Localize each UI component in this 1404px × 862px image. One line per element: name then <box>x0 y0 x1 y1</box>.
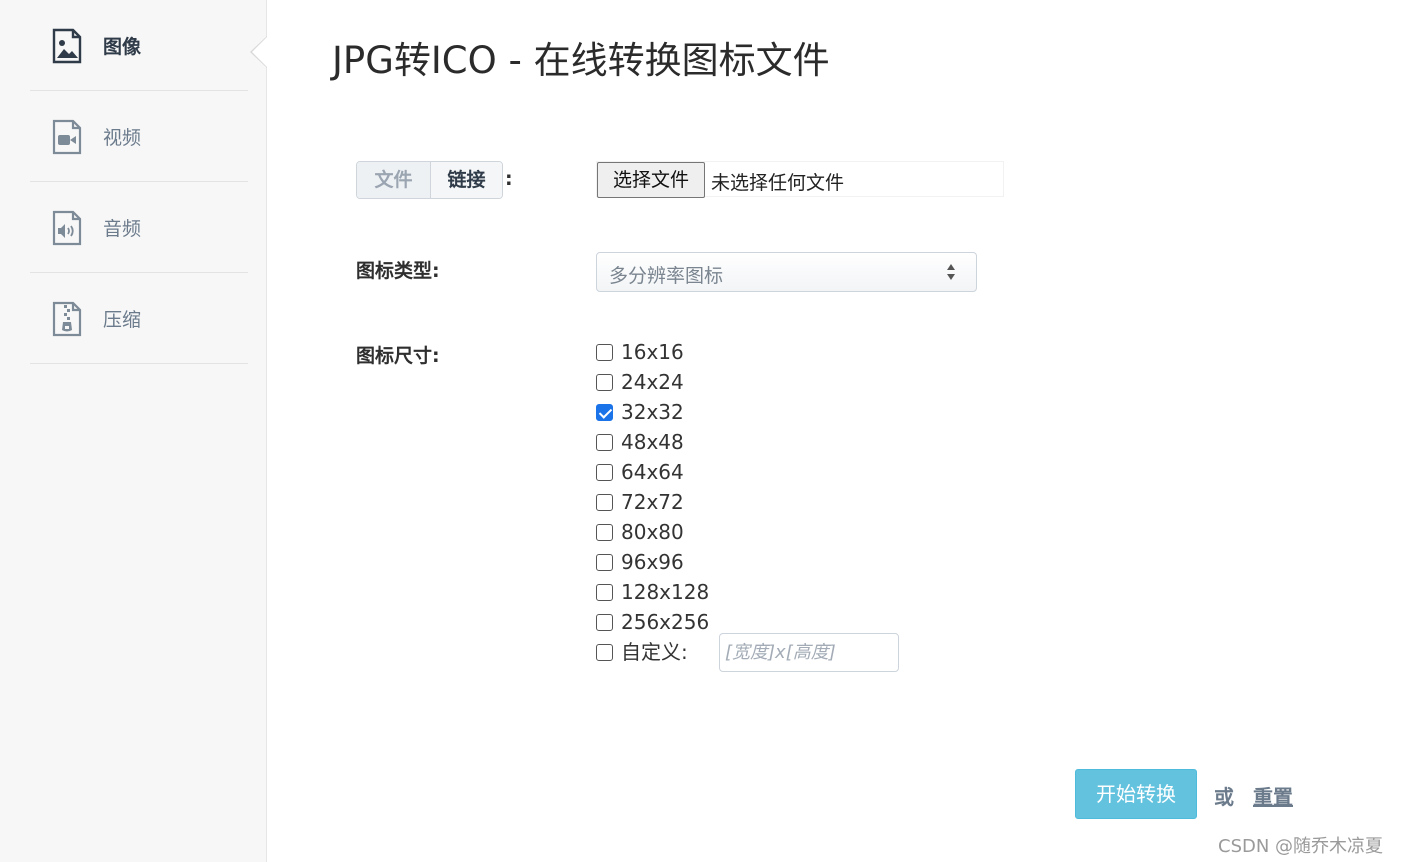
size-option: 80x80 <box>596 517 684 547</box>
reset-link[interactable]: 重置 <box>1253 781 1293 810</box>
custom-size-label: 自定义: <box>621 640 688 664</box>
size-checkbox[interactable] <box>596 343 613 361</box>
size-checkbox[interactable] <box>596 463 613 481</box>
size-checkbox[interactable] <box>596 493 613 511</box>
size-option-label: 16x16 <box>621 340 684 364</box>
size-option-label: 256x256 <box>621 610 710 634</box>
source-colon: : <box>505 168 513 190</box>
size-option-label: 48x48 <box>621 430 684 454</box>
image-file-icon <box>52 28 82 64</box>
size-checkbox[interactable] <box>596 583 613 601</box>
sidebar-item-image[interactable]: 图像 <box>30 0 248 91</box>
size-option: 128x128 <box>596 577 709 607</box>
size-option: 256x256 <box>596 607 709 637</box>
icon-size-label: 图标尺寸: <box>356 345 440 367</box>
size-option: 96x96 <box>596 547 684 577</box>
size-checkbox[interactable] <box>596 403 613 421</box>
size-checkbox[interactable] <box>596 523 613 541</box>
video-file-icon <box>52 119 82 155</box>
choose-file-button[interactable]: 选择文件 <box>597 162 705 198</box>
sidebar-item-label: 图像 <box>103 36 142 58</box>
size-checkbox[interactable] <box>596 433 613 451</box>
audio-file-icon <box>52 210 82 246</box>
size-option-label: 96x96 <box>621 550 684 574</box>
icon-type-label: 图标类型: <box>356 260 440 282</box>
source-toggle: 文件 链接 <box>356 161 503 199</box>
custom-size-input[interactable] <box>719 633 899 672</box>
file-status: 未选择任何文件 <box>711 172 845 194</box>
sidebar-item-label: 视频 <box>103 127 142 149</box>
size-option: 32x32 <box>596 397 684 427</box>
size-option-label: 72x72 <box>621 490 684 514</box>
tab-link[interactable]: 链接 <box>430 162 502 198</box>
sidebar-item-video[interactable]: 视频 <box>30 91 248 182</box>
icon-type-select[interactable]: 多分辨率图标 <box>596 252 977 292</box>
size-option: 48x48 <box>596 427 684 457</box>
file-picker: 选择文件 未选择任何文件 <box>596 161 1004 198</box>
custom-size-checkbox[interactable] <box>596 643 613 661</box>
zip-file-icon <box>52 301 82 337</box>
custom-size-option: 自定义: <box>596 637 688 667</box>
tab-file[interactable]: 文件 <box>357 162 430 198</box>
sidebar-item-label: 音频 <box>103 218 142 240</box>
sidebar: 图像 视频 音频 压缩 <box>0 0 267 862</box>
sidebar-item-zip[interactable]: 压缩 <box>30 273 248 364</box>
or-text: 或 <box>1214 785 1234 809</box>
size-option: 24x24 <box>596 367 684 397</box>
size-option: 16x16 <box>596 337 684 367</box>
size-option-label: 24x24 <box>621 370 684 394</box>
convert-button[interactable]: 开始转换 <box>1075 769 1197 819</box>
page-title: JPG转ICO - 在线转换图标文件 <box>332 39 830 82</box>
icon-type-selected: 多分辨率图标 <box>609 265 724 287</box>
size-checkbox[interactable] <box>596 553 613 571</box>
size-checkbox[interactable] <box>596 613 613 631</box>
size-checkbox[interactable] <box>596 373 613 391</box>
sidebar-item-audio[interactable]: 音频 <box>30 182 248 273</box>
size-option: 72x72 <box>596 487 684 517</box>
sidebar-item-label: 压缩 <box>103 309 142 331</box>
size-option-label: 64x64 <box>621 460 684 484</box>
size-option-label: 32x32 <box>621 400 684 424</box>
active-item-caret <box>250 36 267 68</box>
size-option: 64x64 <box>596 457 684 487</box>
size-option-label: 128x128 <box>621 580 710 604</box>
size-option-label: 80x80 <box>621 520 684 544</box>
watermark: CSDN @随乔木凉夏 <box>1218 836 1384 857</box>
updown-arrows-icon <box>947 264 955 280</box>
